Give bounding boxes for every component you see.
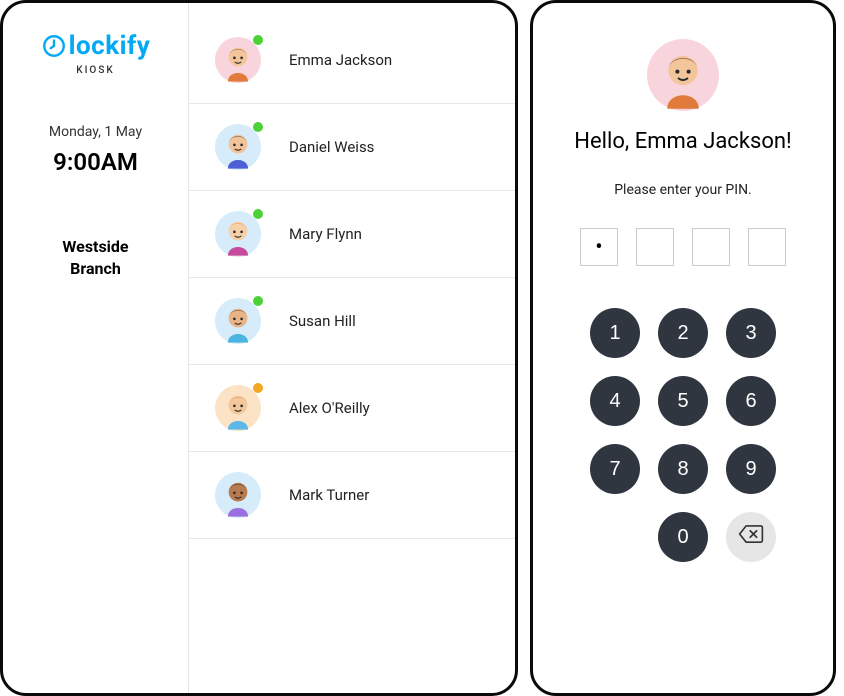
current-date: Monday, 1 May bbox=[3, 124, 188, 140]
user-row[interactable]: Mark Turner bbox=[189, 452, 515, 539]
keypad-key-5[interactable]: 5 bbox=[658, 376, 708, 426]
avatar-wrap bbox=[215, 385, 261, 431]
brand-logo: lockify bbox=[41, 31, 151, 61]
keypad-key-6[interactable]: 6 bbox=[726, 376, 776, 426]
pin-box bbox=[692, 228, 730, 266]
status-dot-icon bbox=[253, 209, 263, 219]
keypad-key-8[interactable]: 8 bbox=[658, 444, 708, 494]
keypad-backspace[interactable] bbox=[726, 512, 776, 562]
user-list: Emma Jackson Daniel Weiss Mary Flynn bbox=[189, 3, 515, 693]
user-name: Daniel Weiss bbox=[289, 138, 374, 156]
pin-box bbox=[748, 228, 786, 266]
keypad-key-4[interactable]: 4 bbox=[590, 376, 640, 426]
keypad-key-0[interactable]: 0 bbox=[658, 512, 708, 562]
sidebar: lockify KIOSK Monday, 1 May 9:00AM Wests… bbox=[3, 3, 189, 693]
avatar-wrap bbox=[215, 298, 261, 344]
user-name: Alex O'Reilly bbox=[289, 399, 370, 417]
pin-boxes: • bbox=[555, 228, 811, 266]
user-row[interactable]: Alex O'Reilly bbox=[189, 365, 515, 452]
keypad-key-9[interactable]: 9 bbox=[726, 444, 776, 494]
user-name: Mary Flynn bbox=[289, 225, 362, 243]
status-dot-icon bbox=[253, 296, 263, 306]
user-row[interactable]: Daniel Weiss bbox=[189, 104, 515, 191]
clock-icon bbox=[41, 33, 67, 59]
keypad-key-3[interactable]: 3 bbox=[726, 308, 776, 358]
branch-name: Westside Branch bbox=[3, 236, 188, 281]
avatar-wrap bbox=[215, 124, 261, 170]
user-row[interactable]: Susan Hill bbox=[189, 278, 515, 365]
branch-line-1: Westside bbox=[3, 236, 188, 258]
branch-line-2: Branch bbox=[3, 258, 188, 280]
status-dot-icon bbox=[253, 35, 263, 45]
pin-box: • bbox=[580, 228, 618, 266]
avatar-wrap bbox=[215, 211, 261, 257]
user-name: Mark Turner bbox=[289, 486, 369, 504]
pin-device: Hello, Emma Jackson! Please enter your P… bbox=[530, 0, 836, 696]
status-dot-icon bbox=[253, 122, 263, 132]
brand-name: lockify bbox=[69, 31, 151, 61]
status-dot-icon bbox=[253, 383, 263, 393]
brand-subtitle: KIOSK bbox=[3, 65, 188, 76]
pin-box bbox=[636, 228, 674, 266]
pin-panel: Hello, Emma Jackson! Please enter your P… bbox=[533, 3, 833, 572]
avatar-wrap bbox=[215, 37, 261, 83]
pin-instruction: Please enter your PIN. bbox=[555, 182, 811, 198]
user-row[interactable]: Mary Flynn bbox=[189, 191, 515, 278]
selected-user-avatar bbox=[647, 39, 719, 111]
current-time: 9:00AM bbox=[3, 148, 188, 176]
keypad-key-7[interactable]: 7 bbox=[590, 444, 640, 494]
backspace-icon bbox=[738, 524, 764, 550]
keypad: 123 456 7890 bbox=[555, 308, 811, 562]
keypad-key-2[interactable]: 2 bbox=[658, 308, 708, 358]
greeting: Hello, Emma Jackson! bbox=[555, 129, 811, 154]
kiosk-device: lockify KIOSK Monday, 1 May 9:00AM Wests… bbox=[0, 0, 518, 696]
keypad-spacer bbox=[590, 512, 640, 562]
user-row[interactable]: Emma Jackson bbox=[189, 29, 515, 104]
brand: lockify KIOSK bbox=[3, 31, 188, 76]
user-name: Susan Hill bbox=[289, 312, 356, 330]
avatar-wrap bbox=[215, 472, 261, 518]
keypad-key-1[interactable]: 1 bbox=[590, 308, 640, 358]
user-avatar bbox=[215, 472, 261, 518]
user-name: Emma Jackson bbox=[289, 51, 392, 69]
